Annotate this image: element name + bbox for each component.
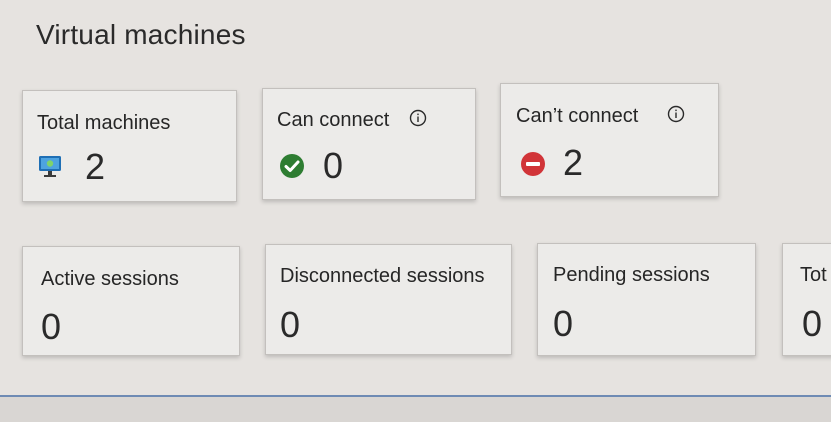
can-connect-card[interactable]: Can connect 0	[262, 88, 476, 200]
check-circle-icon	[280, 154, 304, 178]
cant-connect-label: Can’t connect	[516, 105, 639, 127]
total-sessions-card[interactable]: Tot 0	[782, 243, 831, 356]
blocked-circle-icon	[521, 152, 545, 176]
virtual-machines-panel: Virtual machines Total machines 2 Can co…	[0, 0, 831, 397]
pending-sessions-value: 0	[553, 303, 574, 344]
monitor-icon	[39, 156, 61, 177]
active-sessions-card[interactable]: Active sessions 0	[22, 246, 240, 356]
active-sessions-value: 0	[41, 306, 62, 347]
cant-connect-value: 2	[563, 142, 584, 183]
total-sessions-label: Tot	[800, 264, 827, 286]
disconnected-sessions-card[interactable]: Disconnected sessions 0	[265, 244, 512, 355]
disconnected-sessions-label: Disconnected sessions	[280, 265, 485, 287]
pending-sessions-label: Pending sessions	[553, 264, 710, 286]
total-machines-value: 2	[85, 146, 106, 187]
pending-sessions-card[interactable]: Pending sessions 0	[537, 243, 756, 356]
active-sessions-label: Active sessions	[41, 268, 179, 290]
info-icon[interactable]	[409, 109, 427, 127]
info-icon[interactable]	[667, 105, 685, 123]
can-connect-value: 0	[323, 145, 344, 186]
total-machines-card[interactable]: Total machines 2	[22, 90, 237, 202]
can-connect-label: Can connect	[277, 109, 390, 131]
total-machines-label: Total machines	[37, 112, 171, 134]
total-sessions-value: 0	[802, 303, 823, 344]
disconnected-sessions-value: 0	[280, 304, 301, 345]
page-title: Virtual machines	[36, 19, 246, 50]
cant-connect-card[interactable]: Can’t connect 2	[500, 83, 719, 197]
